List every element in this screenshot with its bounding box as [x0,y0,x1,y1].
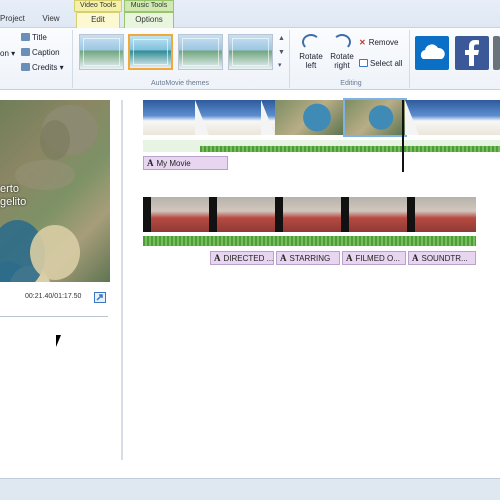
credit-caption-label: DIRECTED ... [223,254,274,263]
black-frame [341,197,349,232]
caption-icon [21,48,30,56]
narration-label: on [0,49,9,58]
music-tools-context-tab: Music Tools [124,0,174,12]
caption-label: Caption [32,48,60,57]
tab-project[interactable]: Project [0,12,25,28]
credit-caption-3[interactable]: A FILMED O... [342,251,406,265]
remove-label: Remove [368,38,399,47]
clip-frame [217,197,275,232]
pane-divider[interactable] [121,100,123,460]
select-all-icon [359,59,368,67]
video-clip-strip-2[interactable] [143,197,476,233]
tab-view[interactable]: View [36,12,66,28]
video-tools-context-tab: Video Tools [74,0,122,12]
select-all-label: Select all [370,59,403,68]
credit-caption-label: SOUNDTR... [421,254,468,263]
title-label: Title [32,33,47,42]
caption-my-movie[interactable]: A My Movie [143,156,228,170]
clip-frame [475,100,500,135]
movie-maker-window: { "tabs": { "project": "Project", "view"… [0,0,500,500]
preview-terrain [40,120,70,160]
clip-frame-selected [343,98,407,137]
expand-icon [96,294,103,301]
preview-beach [30,225,80,280]
title-icon [21,33,30,41]
automovie-theme-3[interactable] [178,34,223,70]
caption-type-icon: A [214,253,221,263]
tab-options[interactable]: Options [124,12,174,28]
themes-more[interactable]: ▾ [278,61,282,71]
caption-type-icon: A [280,253,287,263]
clip-frame [283,197,341,232]
remove-icon: ✕ [359,38,366,47]
clip-frame [415,197,476,232]
credit-caption-4[interactable]: A SOUNDTR... [408,251,476,265]
caption-type-icon: A [412,253,419,263]
ribbon-separator [72,30,73,88]
rotate-right-icon [333,34,351,50]
caption-type-icon: A [147,158,154,168]
rotate-right-label: Rotate right [330,52,354,70]
preview-overlay-text-1: erto [0,183,19,195]
rotate-right-button[interactable]: Rotate right [327,34,357,70]
title-button[interactable]: Title [21,33,47,43]
black-frame [407,197,415,232]
automovie-theme-2[interactable] [128,34,173,70]
credit-caption-1[interactable]: A DIRECTED ... [210,251,274,265]
ribbon-separator [409,30,410,88]
automovie-theme-1[interactable] [79,34,124,70]
video-clip-strip-1[interactable] [143,98,500,137]
editing-group-label: Editing [340,80,362,87]
themes-scroll-down[interactable]: ▼ [278,48,285,58]
select-all-button[interactable]: Select all [359,59,402,69]
caption-my-movie-label: My Movie [156,159,191,168]
credits-button[interactable]: Credits ▾ [21,63,64,73]
automovie-theme-4[interactable] [228,34,273,70]
seek-bar[interactable] [0,314,108,317]
remove-button[interactable]: ✕ Remove [359,38,399,48]
themes-scroll-up[interactable]: ▲ [278,34,285,44]
expand-preview-button[interactable] [94,292,106,303]
preview-overlay-text-2: gelito [0,196,27,208]
clip-frame [151,197,209,232]
status-bar [0,478,500,500]
black-frame [275,197,283,232]
black-frame [143,197,151,232]
preview-timecode: 00:21.40/01:17.50 [25,293,82,300]
title-tab-strip: Video Tools Music Tools Project View Edi… [0,0,500,28]
black-frame [209,197,217,232]
credits-icon [21,63,30,71]
themes-group-label: AutoMovie themes [151,80,209,87]
credits-label: Credits [32,63,58,72]
playhead[interactable] [402,100,404,172]
audio-waveform-2[interactable] [143,236,476,246]
rotate-left-label: Rotate left [299,52,323,70]
more-share-button[interactable] [493,36,500,70]
credit-caption-label: FILMED O... [355,254,400,263]
credit-caption-2[interactable]: A STARRING [276,251,340,265]
video-preview[interactable]: erto gelito [0,100,110,282]
onedrive-share-button[interactable] [415,36,449,70]
onedrive-icon [420,44,445,59]
caption-type-icon: A [346,253,353,263]
rotate-left-icon [302,34,320,50]
facebook-share-button[interactable] [455,36,489,70]
clip-frame [275,100,345,135]
credit-caption-label: STARRING [289,254,331,263]
facebook-icon [465,40,479,66]
preview-terrain [15,160,75,190]
caption-button[interactable]: Caption [21,48,60,58]
narration-dropdown[interactable]: on ▾ [0,49,15,59]
ribbon-separator [289,30,290,88]
ribbon: on ▾ Title Caption Credits ▾ ▲ ▼ ▾ AutoM… [0,28,500,90]
tab-edit[interactable]: Edit [76,12,120,28]
audio-waveform-1[interactable] [200,146,500,152]
clip-frame [349,197,407,232]
mouse-pointer [56,335,66,347]
rotate-left-button[interactable]: Rotate left [296,34,326,70]
